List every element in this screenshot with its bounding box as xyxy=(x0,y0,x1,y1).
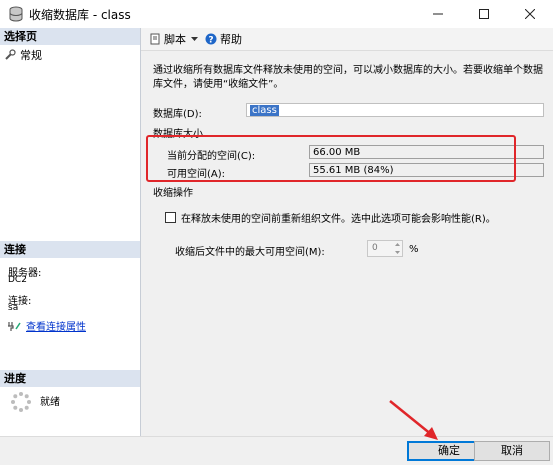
toolbar: 脚本 ? 帮助 xyxy=(141,28,553,51)
connection-value: sa xyxy=(8,303,19,313)
spinner-down-button[interactable] xyxy=(393,249,402,256)
help-label: 帮助 xyxy=(220,33,242,46)
progress-status: 就绪 xyxy=(40,397,60,408)
database-value: class xyxy=(250,105,279,116)
help-icon: ? xyxy=(205,33,217,45)
reorganize-option[interactable]: 在释放未使用的空间前重新组织文件。选中此选项可能会影响性能(R)。 xyxy=(165,210,496,225)
page-item-label: 常规 xyxy=(20,49,42,62)
view-connection-properties[interactable]: 查看连接属性 xyxy=(8,318,86,333)
select-page-header: 选择页 xyxy=(0,28,140,45)
server-value: DC2 xyxy=(8,275,27,285)
database-icon xyxy=(9,6,23,22)
window-title: 收缩数据库 - class xyxy=(29,8,131,22)
max-free-spinner[interactable]: 0 xyxy=(367,240,403,257)
plug-icon xyxy=(8,321,21,331)
close-icon xyxy=(525,9,535,19)
main-panel: 通过收缩所有数据库文件释放未使用的空间，可以减小数据库的大小。若要收缩单个数据库… xyxy=(141,51,553,436)
maximize-icon xyxy=(479,9,489,19)
script-icon xyxy=(150,33,160,45)
script-label: 脚本 xyxy=(164,33,186,46)
chevron-down-icon xyxy=(191,36,198,41)
minimize-button[interactable] xyxy=(415,0,461,28)
spinner-icon xyxy=(11,392,31,412)
spinner-up-button[interactable] xyxy=(393,241,402,248)
highlight-box xyxy=(146,135,516,182)
maximize-button[interactable] xyxy=(461,0,507,28)
database-field: class xyxy=(246,103,544,117)
progress-header: 进度 xyxy=(0,370,140,387)
title-bar: 收缩数据库 - class xyxy=(0,0,553,28)
reorganize-label: 在释放未使用的空间前重新组织文件。选中此选项可能会影响性能(R)。 xyxy=(181,214,496,225)
script-button[interactable]: 脚本 xyxy=(149,31,198,47)
cancel-button[interactable]: 取消 xyxy=(474,441,550,461)
wrench-icon xyxy=(5,49,16,60)
chevron-down-icon xyxy=(395,251,400,254)
svg-text:?: ? xyxy=(208,36,213,46)
annotation-arrow-icon xyxy=(389,400,438,440)
left-pane: 选择页 常规 连接 服务器: DC2 连接: sa 查看连接属性 进度 就绪 xyxy=(0,28,141,436)
close-button[interactable] xyxy=(507,0,553,28)
max-free-unit: % xyxy=(409,244,419,255)
database-label: 数据库(D): xyxy=(153,109,202,120)
max-free-label: 收缩后文件中的最大可用空间(M): xyxy=(175,247,325,258)
view-props-link[interactable]: 查看连接属性 xyxy=(26,318,86,333)
minimize-icon xyxy=(433,13,443,15)
max-free-value: 0 xyxy=(372,243,378,253)
chevron-up-icon xyxy=(395,243,400,246)
page-item-general[interactable]: 常规 xyxy=(4,47,42,63)
description-text: 通过收缩所有数据库文件释放未使用的空间，可以减小数据库的大小。若要收缩单个数据库… xyxy=(153,65,543,90)
help-button[interactable]: ? 帮助 xyxy=(205,31,242,47)
connection-header: 连接 xyxy=(0,241,140,258)
shrink-action-header: 收缩操作 xyxy=(153,188,193,199)
reorganize-checkbox[interactable] xyxy=(165,212,176,223)
